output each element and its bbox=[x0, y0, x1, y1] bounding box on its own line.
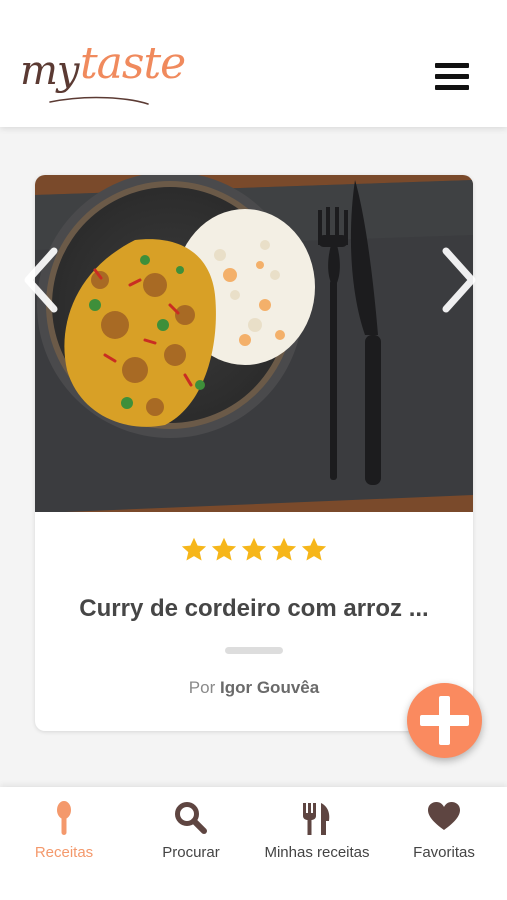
search-icon bbox=[175, 802, 207, 834]
nav-label-procurar: Procurar bbox=[162, 844, 220, 861]
author-prefix: Por bbox=[188, 678, 216, 697]
logo-swash bbox=[49, 96, 149, 105]
recipe-card[interactable]: Curry de cordeiro com arroz ... Por Igor… bbox=[35, 175, 473, 731]
chevron-left-icon[interactable] bbox=[20, 245, 60, 315]
nav-label-minhas-receitas: Minhas receitas bbox=[264, 844, 370, 861]
mytaste-logo[interactable]: my taste bbox=[20, 38, 195, 113]
recipe-image[interactable] bbox=[35, 175, 473, 512]
nav-label-receitas: Receitas bbox=[34, 844, 94, 861]
nav-item-procurar[interactable]: Procurar bbox=[150, 787, 232, 900]
spoon-icon bbox=[57, 801, 71, 835]
nav-item-receitas[interactable]: Receitas bbox=[20, 787, 108, 900]
star-icon bbox=[211, 537, 237, 561]
hamburger-menu-icon[interactable] bbox=[435, 63, 469, 91]
recipe-title[interactable]: Curry de cordeiro com arroz ... bbox=[35, 595, 473, 623]
chevron-right-icon[interactable] bbox=[440, 245, 480, 315]
star-icon bbox=[241, 537, 267, 561]
card-divider bbox=[225, 647, 283, 654]
add-recipe-button[interactable] bbox=[407, 683, 482, 758]
rating-stars bbox=[35, 536, 473, 564]
nav-item-minhas-receitas[interactable]: Minhas receitas bbox=[255, 787, 379, 900]
bottom-navigation: Receitas Procurar Minhas receitas Favori… bbox=[0, 787, 507, 900]
app-header: my taste bbox=[0, 0, 507, 127]
star-icon bbox=[181, 537, 207, 561]
author-name[interactable]: Igor Gouvêa bbox=[220, 678, 319, 697]
fork-knife-icon bbox=[303, 803, 330, 835]
nav-label-favoritas: Favoritas bbox=[413, 844, 475, 861]
nav-item-favoritas[interactable]: Favoritas bbox=[403, 787, 485, 900]
star-icon bbox=[301, 537, 327, 561]
star-icon bbox=[271, 537, 297, 561]
recipe-author: Por Igor Gouvêa bbox=[35, 678, 473, 698]
heart-icon bbox=[428, 802, 460, 830]
